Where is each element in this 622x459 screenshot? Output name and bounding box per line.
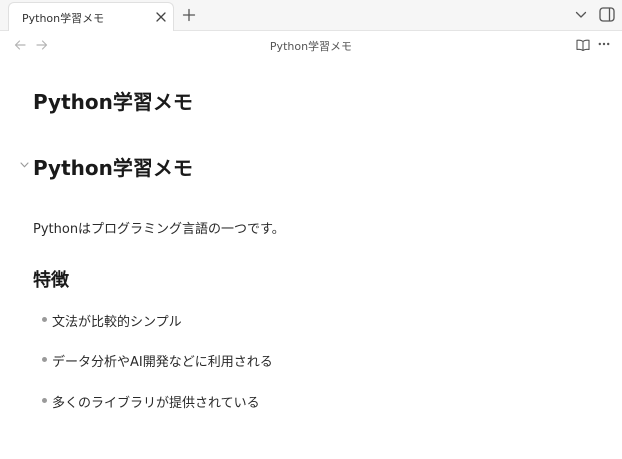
tab-python-memo[interactable]: Python学習メモ bbox=[8, 2, 174, 31]
list-item-text: 多くのライブラリが提供されている bbox=[52, 396, 260, 411]
note-content[interactable]: Python学習メモ Python学習メモ Pythonはプログラミング言語の一… bbox=[0, 58, 622, 459]
bullet-dot bbox=[42, 398, 47, 403]
more-horizontal-icon[interactable] bbox=[598, 42, 610, 46]
inline-title[interactable]: Python学習メモ bbox=[33, 86, 193, 115]
sidebar-toggle-icon[interactable] bbox=[599, 7, 615, 22]
view-header: Python学習メモ bbox=[0, 32, 622, 58]
tab-bar: Python学習メモ bbox=[0, 0, 622, 31]
chevron-down-icon[interactable] bbox=[575, 10, 587, 20]
chevron-down-icon[interactable] bbox=[20, 162, 29, 168]
bullet-dot bbox=[42, 357, 47, 362]
paragraph[interactable]: Pythonはプログラミング言語の一つです。 bbox=[33, 218, 285, 237]
view-header-title[interactable]: Python学習メモ bbox=[0, 38, 622, 54]
bullet-dot bbox=[42, 317, 47, 322]
list-item-text: 文法が比較的シンプル bbox=[52, 315, 182, 330]
close-icon[interactable] bbox=[155, 11, 167, 23]
list-item-text: データ分析やAI開発などに利用される bbox=[52, 355, 273, 370]
plus-icon[interactable] bbox=[182, 8, 196, 22]
heading-2[interactable]: 特徴 bbox=[33, 266, 69, 292]
heading-1[interactable]: Python学習メモ bbox=[33, 152, 193, 181]
tab-title: Python学習メモ bbox=[22, 12, 105, 25]
book-icon[interactable] bbox=[576, 39, 590, 51]
